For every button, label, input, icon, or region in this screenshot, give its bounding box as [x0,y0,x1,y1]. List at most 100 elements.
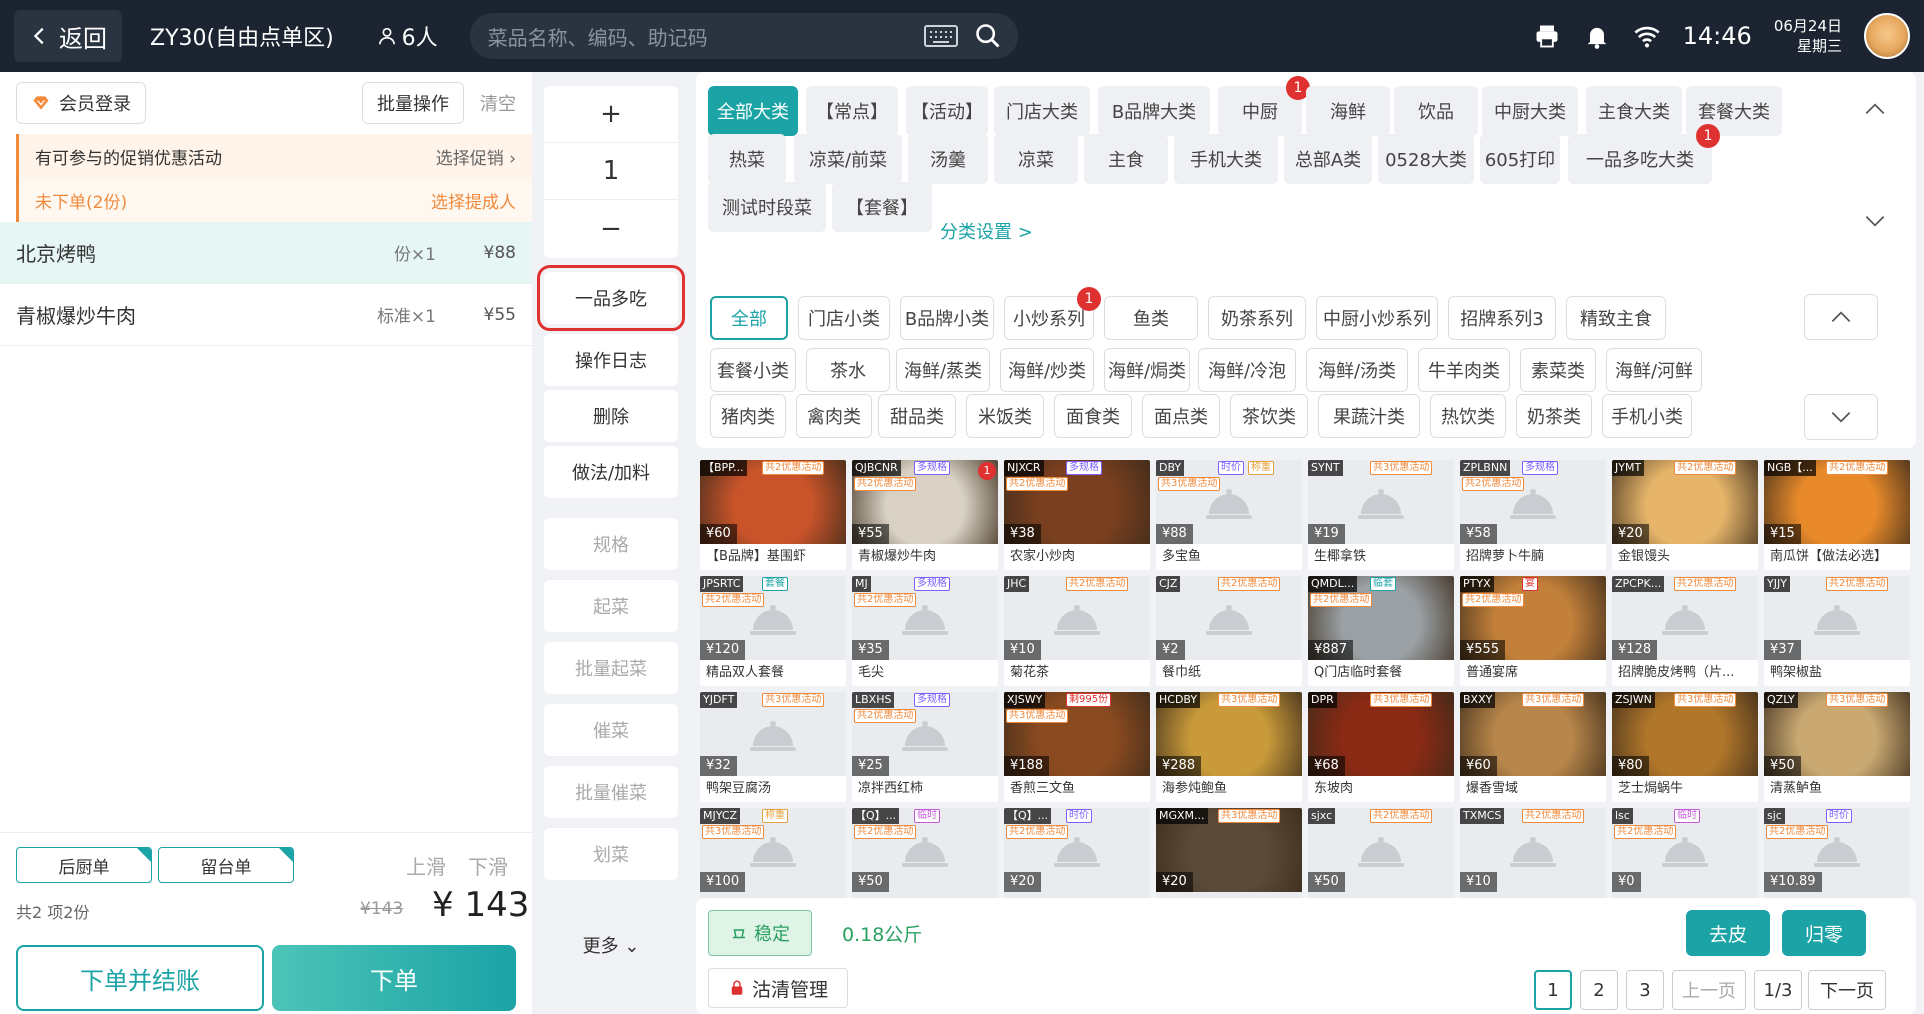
subcategory-down-button[interactable] [1804,394,1878,440]
decrease-button[interactable]: − [544,200,678,257]
dish-card[interactable]: ZPLBNN 多规格 共2优惠活动 ¥58 招牌萝卜牛腩 [1460,460,1606,570]
dish-card[interactable]: ZSJWN 共3优惠活动 ¥80 芝士焗蜗牛 [1612,692,1758,802]
subcategory-chip[interactable]: 猪肉类 [710,394,786,438]
subcategory-chip[interactable]: 牛羊肉类 [1418,348,1510,392]
dish-card[interactable]: MJYCZ 称重 共3优惠活动 ¥100 [700,808,846,900]
category-chip[interactable]: 【常点】 [806,86,898,136]
dish-card[interactable]: LBXHS 多规格 共2优惠活动 ¥25 凉拌西红柿 [852,692,998,802]
dish-card[interactable]: NJXCR 多规格 共2优惠活动 ¥38 农家小炒肉 [1004,460,1150,570]
subcategory-chip[interactable]: 海鲜/冷泡 [1198,348,1296,392]
avatar[interactable] [1864,13,1910,59]
subcategory-chip[interactable]: 果蔬汁类 [1318,394,1420,438]
dish-card[interactable]: 【Q】... 时价 共2优惠活动 ¥20 [1004,808,1150,900]
dish-card[interactable]: JYMT 共2优惠活动 ¥20 金银馒头 [1612,460,1758,570]
scroll-down-button[interactable]: 下滑 [468,851,508,880]
category-chip[interactable]: 汤羹 [908,134,988,184]
table-ticket-toggle[interactable]: 留台单 [158,847,294,883]
order-item[interactable]: 北京烤鸭 份×1 ¥88 [0,222,532,284]
dish-card[interactable]: sjc 时价 共2优惠活动 ¥10.89 [1764,808,1910,900]
dish-card[interactable]: PTYX 宴共2优惠活动 ¥555 普通宴席 [1460,576,1606,686]
dish-card[interactable]: JHC 共2优惠活动 ¥10 菊花茶 [1004,576,1150,686]
category-chip[interactable]: 主食大类 [1586,86,1682,136]
category-chip[interactable]: B品牌大类 [1098,86,1210,136]
back-button[interactable]: 返回 [14,10,122,62]
subcategory-chip[interactable]: 门店小类 [798,296,890,340]
category-chip[interactable]: 总部A类 [1284,134,1372,184]
subcategory-chip[interactable]: 中厨小炒系列 [1316,296,1438,340]
subcategory-chip[interactable]: B品牌小类 [900,296,994,340]
spec-button[interactable]: 规格 [544,518,678,570]
category-chip[interactable]: 手机大类 [1174,134,1278,184]
subcategory-chip[interactable]: 海鲜/河鲜 [1606,348,1702,392]
member-login-button[interactable]: 会员登录 [16,82,146,124]
dish-card[interactable]: NGB【... 共2优惠活动 ¥15 南瓜饼【做法必选】 [1764,460,1910,570]
dish-card[interactable]: MJ 多规格 共2优惠活动 ¥35 毛尖 [852,576,998,686]
category-chip[interactable]: 凉菜 [994,134,1078,184]
dish-card[interactable]: XJSWY 剩995份 共3优惠活动 ¥188 香煎三文鱼 [1004,692,1150,802]
printer-icon[interactable] [1533,22,1561,50]
batch-start-button[interactable]: 批量起菜 [544,642,678,694]
subcategory-chip[interactable]: 甜品类 [878,394,956,438]
subcategory-chip[interactable]: 面点类 [1142,394,1220,438]
subcategory-chip[interactable]: 鱼类 [1104,296,1198,340]
search-input[interactable]: 菜品名称、编码、助记码 [469,13,1018,59]
subcategory-chip[interactable]: 手机小类 [1602,394,1692,438]
page-2-button[interactable]: 2 [1580,970,1618,1010]
subcategory-chip[interactable]: 海鲜/炒类 [1000,348,1094,392]
sold-out-management-button[interactable]: 沽清管理 [708,968,848,1008]
quantity-value[interactable]: 1 [544,143,678,200]
subcategory-chip[interactable]: 精致主食 [1566,296,1666,340]
dish-card[interactable]: DPR 共3优惠活动 ¥68 东坡肉 [1308,692,1454,802]
operation-log-button[interactable]: 操作日志 [544,334,678,386]
subcategory-chip[interactable]: 套餐小类 [710,348,796,392]
subcategory-chip[interactable]: 海鲜/汤类 [1306,348,1408,392]
delete-button[interactable]: 删除 [544,390,678,442]
subcategory-chip[interactable]: 海鲜/蒸类 [896,348,990,392]
dish-card[interactable]: CJZ 共2优惠活动 ¥2 餐巾纸 [1156,576,1302,686]
people-count[interactable]: 6人 [376,20,438,52]
keyboard-icon[interactable] [923,24,958,48]
category-chip[interactable]: 主食 [1084,134,1168,184]
category-chip[interactable]: 测试时段菜 [708,182,826,232]
choose-promotion-link[interactable]: 选择促销 › [436,144,516,169]
dish-card[interactable]: TXMCS 共2优惠活动 ¥10 [1460,808,1606,900]
tare-button[interactable]: 去皮 [1686,910,1770,956]
dish-card[interactable]: YJJY 共2优惠活动 ¥37 鸭架椒盐 [1764,576,1910,686]
bell-icon[interactable] [1583,22,1611,50]
order-and-pay-button[interactable]: 下单并结账 [16,945,264,1011]
subcategory-chip[interactable]: 海鲜/焗类 [1104,348,1190,392]
dish-card[interactable]: 【Q】... 临时 共2优惠活动 ¥50 [852,808,998,900]
category-chip[interactable]: 饮品 [1394,86,1478,136]
page-3-button[interactable]: 3 [1626,970,1664,1010]
subcategory-chip[interactable]: 米饭类 [966,394,1044,438]
dish-card[interactable]: DBY 时价 称重 共3优惠活动 ¥88 多宝鱼 [1156,460,1302,570]
subcategory-chip[interactable]: 茶饮类 [1230,394,1308,438]
dish-card[interactable]: HCDBY 共3优惠活动 ¥288 海参炖鲍鱼 [1156,692,1302,802]
category-up-button[interactable] [1838,86,1912,132]
dish-card[interactable]: sjxc 共2优惠活动 ¥50 [1308,808,1454,900]
category-chip[interactable]: 【套餐】 [832,182,932,232]
page-1-button[interactable]: 1 [1534,970,1572,1010]
choose-commission-link[interactable]: 选择提成人 [431,188,516,213]
category-chip[interactable]: 凉菜/前菜 [794,134,902,184]
subcategory-up-button[interactable] [1804,294,1878,340]
category-chip[interactable]: 一品多吃大类 1 [1568,124,1720,184]
subcategory-chip[interactable]: 茶水 [806,348,890,392]
category-chip[interactable]: 中厨大类 [1482,86,1578,136]
dish-card[interactable]: YJDFT 共3优惠活动 ¥32 鸭架豆腐汤 [700,692,846,802]
promotion-row[interactable]: 有可参与的促销优惠活动 选择促销 › [16,134,532,178]
method-addon-button[interactable]: 做法/加料 [544,446,678,498]
category-chip[interactable]: 605打印 [1480,134,1560,184]
dish-card[interactable]: SYNT 共3优惠活动 ¥19 生椰拿铁 [1308,460,1454,570]
category-chip[interactable]: 热菜 [708,134,786,184]
search-icon[interactable] [974,22,1002,50]
one-dish-multi-button[interactable]: 一品多吃 [537,265,685,331]
category-down-button[interactable] [1838,198,1912,244]
zero-button[interactable]: 归零 [1782,910,1866,956]
subcategory-chip[interactable]: 面食类 [1054,394,1132,438]
prev-page-button[interactable]: 上一页 [1672,970,1746,1010]
subcategory-chip[interactable]: 奶茶系列 [1208,296,1306,340]
subcategory-chip[interactable]: 奶茶类 [1516,394,1592,438]
dish-card[interactable]: 【BPP... 共2优惠活动 ¥60 【B品牌】基围虾 [700,460,846,570]
increase-button[interactable]: + [544,86,678,143]
